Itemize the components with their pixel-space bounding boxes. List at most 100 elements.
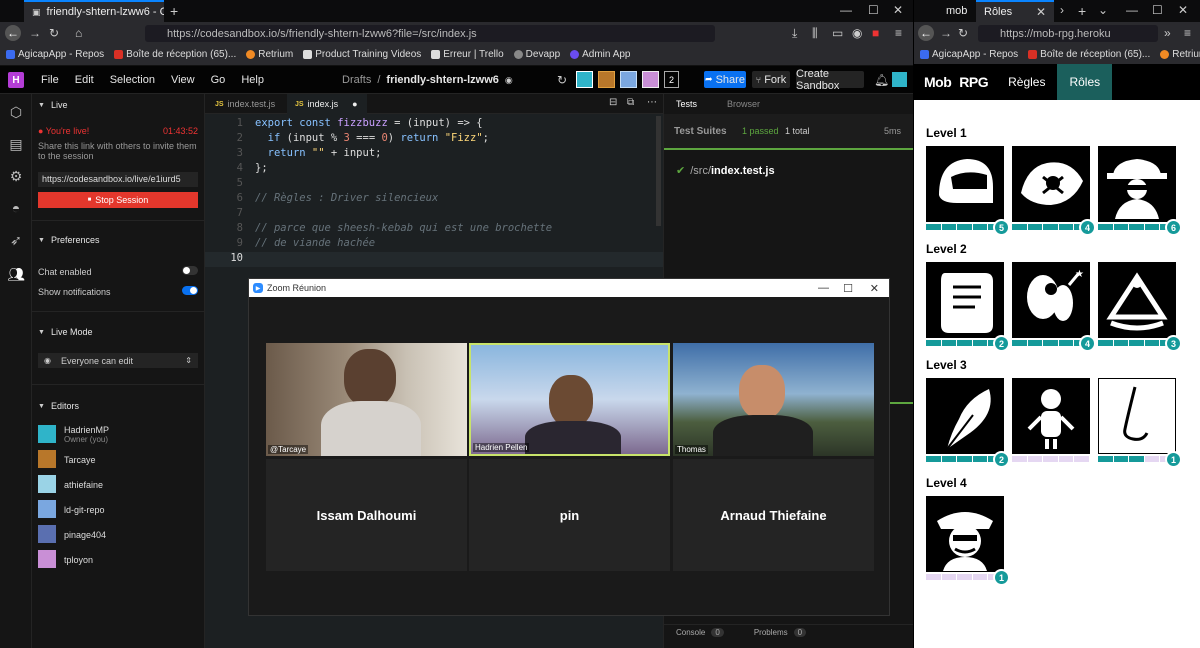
role-card[interactable]: 4: [1012, 146, 1096, 236]
code-line[interactable]: 5: [205, 177, 663, 192]
role-card[interactable]: 1: [1098, 378, 1182, 468]
code-line[interactable]: 2 if (input % 3 === 0) return "Fizz";: [205, 132, 663, 147]
bell-icon[interactable]: 🔔︎: [874, 73, 889, 87]
box-icon[interactable]: ⬡: [8, 104, 24, 120]
avatar[interactable]: [598, 71, 615, 88]
console-tab[interactable]: Console: [676, 628, 705, 637]
menu-view[interactable]: View: [171, 74, 195, 86]
participant-tile[interactable]: Issam Dalhoumi: [266, 459, 467, 571]
more-actions-icon[interactable]: ⋯: [647, 97, 657, 108]
minimize-icon[interactable]: —: [818, 282, 829, 294]
minimize-icon[interactable]: —: [840, 3, 852, 17]
tab-codesandbox[interactable]: ▣ friendly-shtern-lzww6 - Cod ✕: [24, 0, 164, 22]
role-card[interactable]: 6: [1098, 146, 1182, 236]
extensions-overflow-icon[interactable]: »: [1164, 26, 1171, 40]
maximize-icon[interactable]: ☐: [868, 3, 879, 17]
test-file-row[interactable]: ✔ /src/index.test.js: [676, 164, 775, 178]
tab-mob[interactable]: mob: [938, 0, 974, 22]
extension-icon[interactable]: ◉: [852, 26, 862, 40]
bookmark-gmail[interactable]: Boîte de réception (65)...: [1028, 49, 1150, 60]
live-header[interactable]: ▼ Live: [38, 100, 67, 110]
share-button[interactable]: ➦ Share: [704, 71, 746, 88]
extension-red-icon[interactable]: ■: [872, 26, 879, 40]
preferences-header[interactable]: ▼ Preferences: [38, 235, 99, 245]
file-icon[interactable]: ▤: [8, 136, 24, 152]
sandbox-name[interactable]: friendly-shtern-lzww6: [386, 74, 498, 86]
tab-browser[interactable]: Browser: [727, 99, 760, 109]
user-avatar[interactable]: [892, 72, 907, 87]
menu-file[interactable]: File: [41, 74, 59, 86]
live-mode-select[interactable]: ◉ Everyone can edit ⇕: [38, 353, 198, 368]
role-card[interactable]: 2: [926, 378, 1010, 468]
minimize-icon[interactable]: —: [1126, 3, 1138, 17]
tab-index-test-js[interactable]: JS index.test.js: [205, 94, 285, 114]
menu-icon[interactable]: ≡: [1184, 26, 1191, 40]
avatar[interactable]: [620, 71, 637, 88]
sidebar-icon[interactable]: ▭: [832, 26, 843, 40]
tab-list-icon[interactable]: ⌄: [1098, 3, 1108, 17]
code-line[interactable]: 10: [205, 252, 663, 267]
editor-row[interactable]: Tarcaye: [38, 450, 198, 470]
video-tile-2[interactable]: Hadrien Pellen: [469, 343, 670, 456]
participant-tile[interactable]: Arnaud Thiefaine: [673, 459, 874, 571]
tab-tests[interactable]: Tests: [676, 99, 697, 109]
video-tile-3[interactable]: Thomas: [673, 343, 874, 456]
bookmark-gmail[interactable]: Boîte de réception (65)...: [114, 49, 236, 60]
menu-icon[interactable]: ≡: [895, 26, 902, 40]
role-card[interactable]: ★ 4: [1012, 262, 1096, 352]
forward-icon[interactable]: →: [29, 26, 41, 40]
workspace-avatar[interactable]: H: [8, 72, 24, 88]
gear-icon[interactable]: ⚙: [8, 168, 24, 184]
code-line[interactable]: 8 // parce que sheesh-kebab qui est une b…: [205, 222, 663, 237]
video-tile-1[interactable]: @Tarcaye: [266, 343, 467, 456]
bookmark-retrium[interactable]: Retrium: [1160, 49, 1200, 60]
editor-scrollbar[interactable]: [656, 116, 661, 226]
problems-tab[interactable]: Problems: [754, 628, 788, 637]
github-icon[interactable]: ◓: [8, 200, 24, 216]
new-tab-icon[interactable]: +: [1078, 3, 1086, 19]
role-card[interactable]: 2: [926, 262, 1010, 352]
code-line[interactable]: 7: [205, 207, 663, 222]
maximize-icon[interactable]: ☐: [1152, 3, 1163, 17]
download-icon[interactable]: ⤓: [792, 26, 797, 41]
participant-tile[interactable]: pin: [469, 459, 670, 571]
close-window-icon[interactable]: ✕: [1178, 3, 1188, 17]
stop-session-button[interactable]: ■ Stop Session: [38, 192, 198, 208]
editor-row[interactable]: tployon: [38, 550, 198, 570]
menu-go[interactable]: Go: [211, 74, 226, 86]
forward-icon[interactable]: →: [940, 26, 952, 40]
nav-roles[interactable]: Rôles: [1057, 64, 1113, 100]
code-line[interactable]: 4};: [205, 162, 663, 177]
bookmark-agicap[interactable]: AgicapApp - Repos: [920, 49, 1018, 60]
refresh-icon[interactable]: ↻: [557, 73, 567, 87]
create-sandbox-button[interactable]: Create Sandbox: [796, 68, 864, 92]
bookmark-agicap[interactable]: AgicapApp - Repos: [6, 49, 104, 60]
avatar[interactable]: [642, 71, 659, 88]
role-card[interactable]: 1: [926, 496, 1010, 586]
editor-row[interactable]: HadrienMP Owner (you): [38, 425, 198, 445]
close-tab-icon[interactable]: ✕: [1036, 5, 1046, 19]
role-card[interactable]: 3: [1098, 262, 1182, 352]
bookmark-product-training[interactable]: Product Training Videos: [303, 49, 421, 60]
close-icon[interactable]: ✕: [870, 282, 879, 295]
home-icon[interactable]: ⌂: [75, 26, 82, 40]
close-window-icon[interactable]: ✕: [893, 3, 903, 17]
show-notifications-toggle[interactable]: [182, 286, 198, 295]
tab-scroll-icon[interactable]: ›: [1060, 3, 1064, 17]
breadcrumb-folder[interactable]: Drafts: [342, 74, 371, 86]
nav-rules[interactable]: Règles: [996, 64, 1057, 100]
tab-index-js[interactable]: JS index.js ●: [287, 94, 367, 114]
editors-header[interactable]: ▼ Editors: [38, 401, 79, 411]
users-icon[interactable]: 👥︎: [7, 266, 25, 282]
avatar[interactable]: [576, 71, 593, 88]
chat-enabled-toggle[interactable]: [182, 266, 198, 275]
tab-roles[interactable]: Rôles ✕: [976, 0, 1054, 22]
code-line[interactable]: 6 // Règles : Driver silencieux: [205, 192, 663, 207]
menu-help[interactable]: Help: [241, 74, 264, 86]
editor-row[interactable]: athiefaine: [38, 475, 198, 495]
library-icon[interactable]: ⫼: [812, 26, 818, 41]
bookmark-devapp[interactable]: Devapp: [513, 49, 560, 60]
back-icon[interactable]: ←: [5, 25, 21, 41]
live-link-field[interactable]: https://codesandbox.io/live/e1iurd5: [38, 172, 198, 187]
menu-selection[interactable]: Selection: [110, 74, 155, 86]
